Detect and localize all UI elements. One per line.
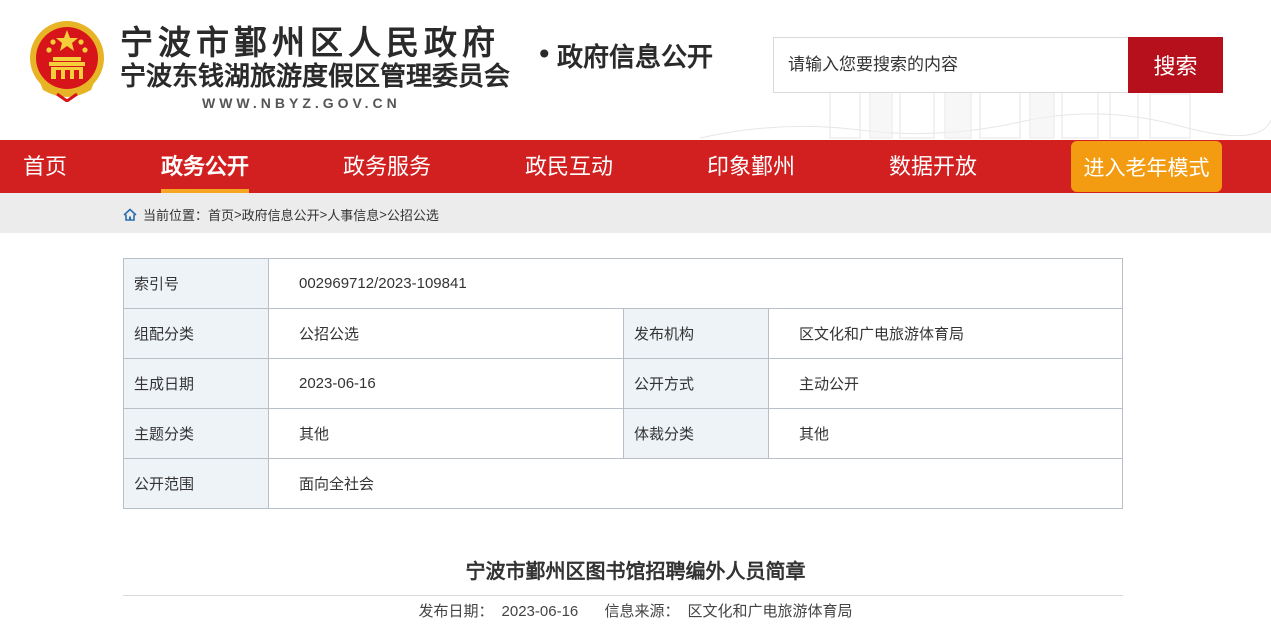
title-divider (123, 595, 1123, 596)
nav-item-home[interactable]: 首页 (23, 140, 67, 193)
nav-item-impression[interactable]: 印象鄞州 (707, 140, 795, 193)
date-value: 2023-06-16 (268, 358, 624, 409)
scope-label: 公开范围 (123, 458, 269, 509)
publisher-value: 区文化和广电旅游体育局 (768, 308, 1123, 359)
table-row: 组配分类 公招公选 发布机构 区文化和广电旅游体育局 (123, 308, 1123, 359)
genre-value: 其他 (768, 408, 1123, 459)
topic-value: 其他 (268, 408, 624, 459)
search-input[interactable] (774, 38, 1128, 92)
breadcrumb-separator: > (319, 207, 328, 222)
site-domain: WWW.NBYZ.GOV.CN (202, 95, 401, 111)
breadcrumb: 当前位置： 首页 > 政府信息公开 > 人事信息 > 公招公选 (123, 205, 439, 224)
nav-item-gov-services[interactable]: 政务服务 (343, 140, 431, 193)
category-label: 组配分类 (123, 308, 269, 359)
breadcrumb-prefix: 当前位置： (143, 208, 209, 223)
search-box: 搜索 (773, 37, 1223, 93)
category-value: 公招公选 (268, 308, 624, 359)
genre-label: 体裁分类 (623, 408, 769, 459)
breadcrumb-link-home[interactable]: 首页 (208, 205, 234, 224)
publish-date-label: 发布日期： (418, 603, 494, 620)
title-separator-dot: • (536, 38, 553, 71)
table-row: 生成日期 2023-06-16 公开方式 主动公开 (123, 358, 1123, 409)
publisher-label: 发布机构 (623, 308, 769, 359)
section-title: 政府信息公开 (557, 43, 714, 73)
site-title-sub: 宁波东钱湖旅游度假区管理委员会 (120, 62, 511, 92)
home-icon (123, 208, 137, 221)
mode-value: 主动公开 (768, 358, 1123, 409)
breadcrumb-separator: > (379, 207, 387, 222)
article-title: 宁波市鄞州区图书馆招聘编外人员简章 (465, 561, 806, 583)
nav-item-open-data[interactable]: 数据开放 (889, 140, 977, 193)
index-label: 索引号 (123, 258, 269, 309)
search-button[interactable]: 搜索 (1128, 37, 1223, 93)
source-value: 区文化和广电旅游体育局 (687, 603, 853, 620)
source-label: 信息来源： (604, 603, 680, 620)
table-row: 主题分类 其他 体裁分类 其他 (123, 408, 1123, 459)
table-row: 索引号 002969712/2023-109841 (123, 258, 1123, 309)
table-row: 公开范围 面向全社会 (123, 458, 1123, 509)
publish-date-value: 2023-06-16 (501, 603, 579, 620)
nav-item-gov-affairs-open[interactable]: 政务公开 (161, 140, 250, 193)
info-metadata-table: 索引号 002969712/2023-109841 组配分类 公招公选 发布机构… (123, 258, 1123, 509)
breadcrumb-link-info-open[interactable]: 政府信息公开 (242, 205, 320, 224)
breadcrumb-separator: > (234, 207, 242, 222)
national-emblem-icon (30, 21, 104, 102)
breadcrumb-link-personnel[interactable]: 人事信息 (327, 205, 379, 224)
breadcrumb-link-recruitment[interactable]: 公招公选 (387, 205, 439, 224)
index-value: 002969712/2023-109841 (268, 258, 1123, 309)
topic-label: 主题分类 (123, 408, 269, 459)
mode-label: 公开方式 (623, 358, 769, 409)
elder-mode-button[interactable]: 进入老年模式 (1071, 141, 1222, 192)
site-header: 宁波市鄞州区人民政府 宁波东钱湖旅游度假区管理委员会 WWW.NBYZ.GOV.… (0, 0, 1271, 140)
scope-value: 面向全社会 (268, 458, 1123, 509)
nav-item-interaction[interactable]: 政民互动 (525, 140, 613, 193)
breadcrumb-bar: 当前位置： 首页 > 政府信息公开 > 人事信息 > 公招公选 (0, 193, 1271, 233)
date-label: 生成日期 (123, 358, 269, 409)
article-meta: 发布日期： 2023-06-16 信息来源： 区文化和广电旅游体育局 (0, 600, 1271, 621)
